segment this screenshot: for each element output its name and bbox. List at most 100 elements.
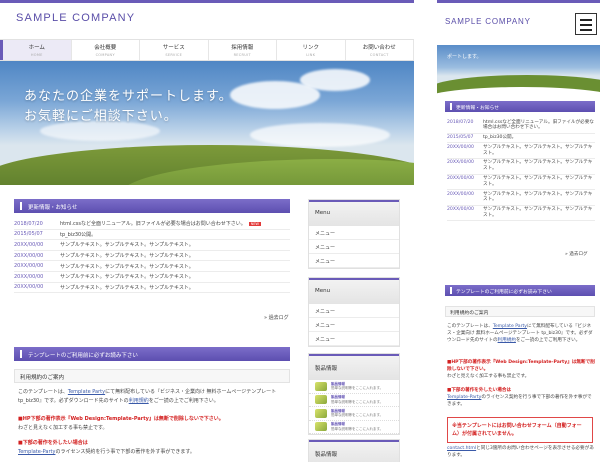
company-logo[interactable]: SAMPLE COMPANY [445,17,531,26]
product-item[interactable]: 製品情報 簡単な説明等をここに入れます。 [309,421,399,434]
nav-label: 採用情報 [231,45,254,51]
news-archive-link[interactable]: » 過去ログ [565,251,588,257]
news-text: html.cssなど全面リニューアル。旧ファイルが必要な場合はお問い合わせ下さい… [483,119,594,131]
news-archive-link[interactable]: » 過去ログ [264,314,289,321]
news-list: 2018/07/20 html.cssなど全面リニューアル。旧ファイルが必要な場… [14,219,290,294]
product-thumbnail [315,381,327,391]
nav-sublabel: HOME [30,53,43,57]
sidebar-menu-title: Menu [309,200,399,226]
sidebar-menu-title: Menu [309,278,399,304]
nav-label: お問い合わせ [362,45,396,51]
nav-label: ホーム [28,45,45,51]
form-notice-box: ※当テンプレートにはお問い合わせフォーム（自動フォーム）が付属されていません。 [447,417,593,443]
terms-subheading: 利用規約のご案内 [14,369,290,383]
news-date: 20XX/00/00 [14,284,44,291]
news-date: 20XX/00/00 [14,252,44,259]
rule-credit-note: わざと見えなく加工する事も禁止です。 [447,374,530,379]
news-text: サンプルテキスト。サンプルテキスト。サンプルテキスト。 [60,263,194,270]
news-date: 20XX/00/00 [14,273,44,280]
global-nav: ホーム HOME 会社概要 COMPANY サービス SERVICE 採用情報 … [0,39,414,61]
news-text: サンプルテキスト。サンプルテキスト。サンプルテキスト。 [483,191,593,203]
license-link[interactable]: Template-Party [447,395,481,400]
terms-link[interactable]: 利用規約 [129,398,149,404]
terms-link[interactable]: 利用規約 [498,338,516,343]
license-link[interactable]: Template-Party [18,449,55,455]
rule-license-text: Template-Partyのライセンス契約を行う事で下部の著作を外す事ができま… [18,449,195,455]
news-date: 2015/05/07 [447,135,474,141]
news-text: サンプルテキスト。サンプルテキスト。サンプルテキスト。 [60,274,194,281]
news-item: 20XX/00/00 サンプルテキスト。サンプルテキスト。サンプルテキスト。 [447,190,595,206]
mobile-preview: SAMPLE COMPANY ポートします。 更新情報・お知らせ 2018/07… [437,0,600,462]
sidebar-menu-item[interactable]: メニュー [309,318,399,332]
news-item: 20XX/00/00 サンプルテキスト。サンプルテキスト。サンプルテキスト。 [447,143,595,159]
new-badge: NEW [248,222,261,227]
sidebar-menu-item[interactable]: メニュー [309,226,399,240]
sidebar-menu-item[interactable]: メニュー [309,240,399,254]
news-item: 20XX/00/00 サンプルテキスト。サンプルテキスト。サンプルテキスト。 [447,159,595,175]
sidebar-products: 製品情報 製品情報 簡単な説明等をここに入れます。 製品情報 簡単な説明等をここに入… [308,353,400,435]
template-party-link[interactable]: Template Party [493,324,527,329]
product-item[interactable]: 製品情報 簡単な説明等をここに入れます。 [309,394,399,407]
cloud [40,121,160,141]
cloud [250,123,390,147]
product-item[interactable]: 製品情報 簡単な説明等をここに入れます。 [309,380,399,394]
news-date: 20XX/00/00 [447,176,474,182]
terms-subheading: 利用規約のご案内 [445,306,595,317]
nav-item-company[interactable]: 会社概要 COMPANY [72,40,140,60]
sidebar-menu-item[interactable]: メニュー [309,254,399,268]
page: SAMPLE COMPANY ホーム HOME 会社概要 COMPANY サービ… [0,0,600,462]
news-text: サンプルテキスト。サンプルテキスト。サンプルテキスト。 [60,242,194,249]
news-heading: 更新情報・お知らせ [14,199,290,213]
nav-sublabel: COMPANY [95,53,115,57]
product-thumbnail [315,408,327,418]
product-desc: 簡単な説明等をここに入れます。 [331,399,384,404]
news-date: 2018/07/20 [14,220,43,227]
template-notice-heading: テンプレートのご利用前に必ずお読み下さい [14,347,290,361]
nav-sublabel: LINK [306,53,316,57]
hero-headline: あなたの企業をサポートします。 [24,89,233,104]
news-item: 20XX/00/00 サンプルテキスト。サンプルテキスト。サンプルテキスト。 [14,272,290,283]
rule-credit-note: わざと見えなく加工する事も禁止です。 [18,425,108,431]
contact-page-link[interactable]: contact.html [447,446,476,451]
news-item: 20XX/00/00 サンプルテキスト。サンプルテキスト。サンプルテキスト。 [14,251,290,262]
news-date: 20XX/00/00 [447,207,474,213]
nav-item-recruit[interactable]: 採用情報 RECRUIT [209,40,277,60]
sidebar-menu-1: Menu メニュー メニュー メニュー [308,199,400,269]
news-text: サンプルテキスト。サンプルテキスト。サンプルテキスト。 [483,144,593,156]
news-text: サンプルテキスト。サンプルテキスト。サンプルテキスト。 [483,160,593,172]
nav-sublabel: RECRUIT [233,53,251,57]
sidebar-menu-item[interactable]: メニュー [309,332,399,346]
sidebar-menu-2: Menu メニュー メニュー メニュー [308,277,400,347]
news-date: 20XX/00/00 [447,191,474,197]
news-date: 2015/05/07 [14,231,43,238]
sidebar-products-title: 製品情報 [309,440,399,462]
nav-item-contact[interactable]: お問い合わせ CONTACT [346,40,414,60]
news-text: サンプルテキスト。サンプルテキスト。サンプルテキスト。 [60,253,194,260]
sidebar-products-2: 製品情報 [308,439,400,462]
sidebar-menu-item[interactable]: メニュー [309,304,399,318]
hero-subline: お気軽にご相談下さい。 [24,109,178,124]
sidebar-products-title: 製品情報 [309,354,399,380]
news-item: 20XX/00/00 サンプルテキスト。サンプルテキスト。サンプルテキスト。 [14,240,290,251]
hero-banner: ポートします。 [437,45,600,95]
company-logo[interactable]: SAMPLE COMPANY [16,12,135,24]
news-text: html.cssなど全面リニューアル。旧ファイルが必要な場合はお問い合わせ下さい… [60,221,261,228]
template-party-link[interactable]: Template Party [68,389,105,395]
product-name: 製品情報 [331,422,345,427]
nav-item-home[interactable]: ホーム HOME [0,40,72,60]
product-item[interactable]: 製品情報 簡単な説明等をここに入れます。 [309,407,399,421]
contact-note: contact.htmlと同じ3箇所のお問い合わせページを表示させる必要がありま… [447,446,594,458]
news-list: 2018/07/20 html.cssなど全面リニューアル。旧ファイルが必要な場合… [447,118,595,222]
rule-credit-warning: ■HP下部の著作表示『Web Design:Template-Party』は無断… [447,360,595,372]
rule-credit: ■HP下部の著作表示『Web Design:Template-Party』は無断… [18,415,290,433]
news-item: 20XX/00/00 サンプルテキスト。サンプルテキスト。サンプルテキスト。 [447,206,595,222]
nav-item-link[interactable]: リンク LINK [277,40,346,60]
news-text: サンプルテキスト。サンプルテキスト。サンプルテキスト。 [483,207,593,219]
news-text: tp_biz30公開。 [60,231,97,238]
news-item: 2015/05/07 tp_biz30公開。 [14,230,290,241]
product-thumbnail [315,422,327,432]
nav-item-service[interactable]: サービス SERVICE [140,40,209,60]
nav-label: サービス [162,45,185,51]
rule-license: ■下部の著作を外したい場合は Template-Partyのライセンス契約を行う… [447,387,595,408]
hamburger-menu-icon[interactable] [575,13,597,35]
